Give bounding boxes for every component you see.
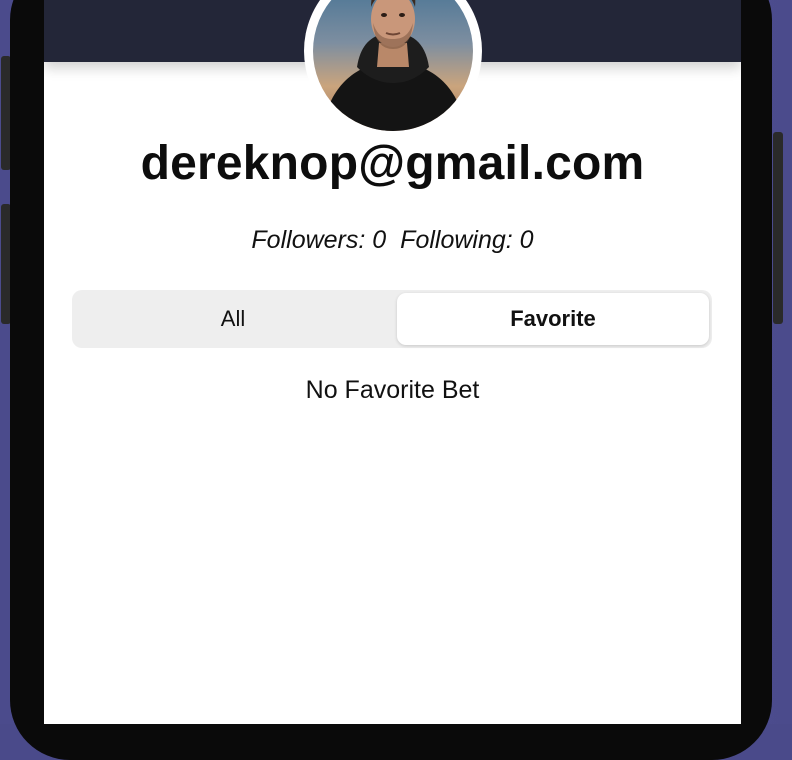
followers-count[interactable]: Followers: 0: [251, 226, 386, 254]
tab-favorite[interactable]: Favorite: [397, 293, 709, 345]
follow-stats: Followers: 0 Following: 0: [44, 226, 741, 255]
following-count[interactable]: Following: 0: [400, 226, 533, 254]
avatar-photo: [323, 0, 465, 131]
profile-email: dereknop@gmail.com: [140, 137, 645, 190]
power-button: [773, 132, 783, 324]
avatar[interactable]: [313, 0, 473, 131]
tab-all[interactable]: All: [75, 293, 391, 345]
avatar-ring: [304, 0, 482, 140]
bets-segmented-control: All Favorite: [72, 290, 712, 348]
empty-favorites-message: No Favorite Bet: [305, 376, 480, 404]
profile-screen: dereknop@gmail.com Followers: 0 Following…: [44, 0, 741, 724]
